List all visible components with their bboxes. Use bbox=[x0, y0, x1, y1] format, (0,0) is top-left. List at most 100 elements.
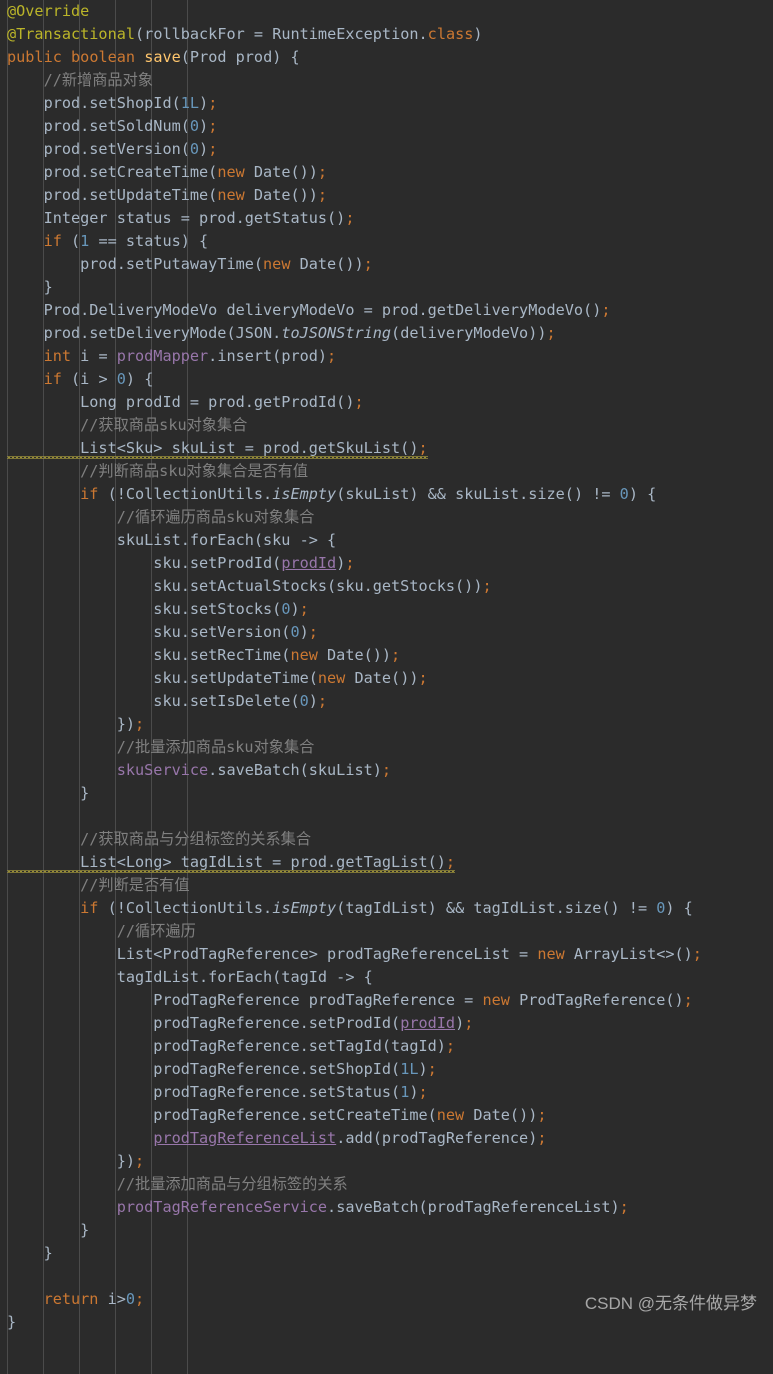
code-line[interactable]: skuList.forEach(sku -> { bbox=[0, 529, 773, 552]
token-pun: tagIdList.forEach(tagId -> { bbox=[7, 968, 373, 986]
code-line[interactable]: //判断是否有值 bbox=[0, 874, 773, 897]
token-sc: ; bbox=[601, 301, 611, 319]
code-line[interactable]: }); bbox=[0, 713, 773, 736]
code-line[interactable]: sku.setRecTime(new Date()); bbox=[0, 644, 773, 667]
code-line-text: } bbox=[7, 1244, 53, 1262]
code-line[interactable]: if (!CollectionUtils.isEmpty(skuList) &&… bbox=[0, 483, 773, 506]
code-line[interactable]: tagIdList.forEach(tagId -> { bbox=[0, 966, 773, 989]
code-line-text: prodTagReferenceList.add(prodTagReferenc… bbox=[7, 1129, 546, 1147]
token-kw: boolean bbox=[71, 48, 136, 66]
code-line[interactable]: Long prodId = prod.getProdId(); bbox=[0, 391, 773, 414]
token-pun bbox=[62, 48, 71, 66]
code-line[interactable]: //批量添加商品sku对象集合 bbox=[0, 736, 773, 759]
token-kw: return bbox=[43, 1290, 99, 1308]
token-pun bbox=[7, 899, 80, 917]
code-line-text: if (!CollectionUtils.isEmpty(tagIdList) … bbox=[7, 899, 693, 917]
code-line[interactable]: } bbox=[0, 1242, 773, 1265]
token-sc: ; bbox=[482, 577, 492, 595]
code-line[interactable]: //新增商品对象 bbox=[0, 69, 773, 92]
code-line[interactable] bbox=[0, 1265, 773, 1288]
code-line[interactable]: prodTagReference.setCreateTime(new Date(… bbox=[0, 1104, 773, 1127]
code-line[interactable]: }); bbox=[0, 1150, 773, 1173]
code-line[interactable] bbox=[0, 805, 773, 828]
code-content[interactable]: @Override @Transactional(rollbackFor = Ru… bbox=[0, 0, 773, 1334]
code-line[interactable]: //批量添加商品与分组标签的关系 bbox=[0, 1173, 773, 1196]
code-line[interactable]: if (!CollectionUtils.isEmpty(tagIdList) … bbox=[0, 897, 773, 920]
code-line[interactable]: prod.setShopId(1L); bbox=[0, 92, 773, 115]
code-line[interactable]: if (i > 0) { bbox=[0, 368, 773, 391]
code-line[interactable]: prodTagReference.setProdId(prodId); bbox=[0, 1012, 773, 1035]
code-line-text: skuService.saveBatch(skuList); bbox=[7, 761, 391, 779]
code-line[interactable]: @Override bbox=[0, 0, 773, 23]
code-line[interactable]: prodTagReferenceService.saveBatch(prodTa… bbox=[0, 1196, 773, 1219]
code-line[interactable]: int i = prodMapper.insert(prod); bbox=[0, 345, 773, 368]
code-line[interactable]: } bbox=[0, 1219, 773, 1242]
token-pun: Date()) bbox=[244, 163, 318, 181]
token-sc: ; bbox=[135, 1290, 145, 1308]
code-line[interactable]: sku.setVersion(0); bbox=[0, 621, 773, 644]
code-line[interactable]: Integer status = prod.getStatus(); bbox=[0, 207, 773, 230]
code-line-text: List<ProdTagReference> prodTagReferenceL… bbox=[7, 945, 702, 963]
token-pun: } bbox=[7, 278, 53, 296]
token-pun: prod.setShopId( bbox=[7, 94, 181, 112]
code-line-text: prod.setShopId(1L); bbox=[7, 94, 218, 112]
code-line[interactable]: } bbox=[0, 1311, 773, 1334]
token-pun bbox=[7, 485, 80, 503]
code-line-text: int i = prodMapper.insert(prod); bbox=[7, 347, 337, 365]
code-line[interactable]: //获取商品与分组标签的关系集合 bbox=[0, 828, 773, 851]
code-line[interactable]: //循环遍历商品sku对象集合 bbox=[0, 506, 773, 529]
code-line[interactable]: prodTagReference.setStatus(1); bbox=[0, 1081, 773, 1104]
code-line[interactable]: sku.setActualStocks(sku.getStocks()); bbox=[0, 575, 773, 598]
token-pun: ) bbox=[455, 1014, 465, 1032]
token-pun: } bbox=[7, 784, 90, 802]
code-line[interactable]: prod.setUpdateTime(new Date()); bbox=[0, 184, 773, 207]
code-line[interactable]: prod.setSoldNum(0); bbox=[0, 115, 773, 138]
token-pun bbox=[135, 48, 144, 66]
token-kw: if bbox=[43, 232, 62, 250]
code-line[interactable]: skuService.saveBatch(skuList); bbox=[0, 759, 773, 782]
code-line[interactable]: sku.setStocks(0); bbox=[0, 598, 773, 621]
code-line[interactable]: prod.setCreateTime(new Date()); bbox=[0, 161, 773, 184]
code-line[interactable]: sku.setUpdateTime(new Date()); bbox=[0, 667, 773, 690]
code-line[interactable]: prodTagReference.setShopId(1L); bbox=[0, 1058, 773, 1081]
code-line[interactable]: } bbox=[0, 276, 773, 299]
token-kw: class bbox=[427, 25, 474, 43]
code-line-text: tagIdList.forEach(tagId -> { bbox=[7, 968, 373, 986]
code-line[interactable]: } bbox=[0, 782, 773, 805]
code-line[interactable]: sku.setIsDelete(0); bbox=[0, 690, 773, 713]
token-sc: ; bbox=[317, 692, 328, 710]
token-kw: new bbox=[317, 669, 346, 687]
code-line[interactable]: //判断商品sku对象集合是否有值 bbox=[0, 460, 773, 483]
code-line[interactable]: Prod.DeliveryModeVo deliveryModeVo = pro… bbox=[0, 299, 773, 322]
code-line[interactable]: sku.setProdId(prodId); bbox=[0, 552, 773, 575]
token-ann: @Override bbox=[7, 2, 90, 20]
token-pun: .add(prodTagReference) bbox=[336, 1129, 538, 1147]
code-line[interactable]: public boolean save(Prod prod) { bbox=[0, 46, 773, 69]
code-line[interactable]: prod.setDeliveryMode(JSON.toJSONString(d… bbox=[0, 322, 773, 345]
token-pun: prod.setCreateTime( bbox=[7, 163, 218, 181]
code-line[interactable]: prodTagReference.setTagId(tagId); bbox=[0, 1035, 773, 1058]
token-sc: ; bbox=[317, 186, 328, 204]
code-line[interactable]: ProdTagReference prodTagReference = new … bbox=[0, 989, 773, 1012]
token-num: 0 bbox=[290, 623, 300, 641]
code-line[interactable]: List<Long> tagIdList = prod.getTagList()… bbox=[0, 851, 773, 874]
code-line-text: prod.setUpdateTime(new Date()); bbox=[7, 186, 328, 204]
code-line-text: //判断商品sku对象集合是否有值 bbox=[7, 462, 308, 480]
code-line[interactable]: if (1 == status) { bbox=[0, 230, 773, 253]
code-line[interactable]: List<Sku> skuList = prod.getSkuList(); bbox=[0, 437, 773, 460]
token-pun: ) bbox=[336, 554, 346, 572]
token-pun: ) bbox=[473, 25, 483, 43]
token-sc: ; bbox=[445, 1037, 456, 1055]
code-line[interactable]: prod.setPutawayTime(new Date()); bbox=[0, 253, 773, 276]
code-line[interactable]: //获取商品sku对象集合 bbox=[0, 414, 773, 437]
code-editor-surface[interactable]: @Override @Transactional(rollbackFor = Ru… bbox=[0, 0, 773, 1374]
code-line[interactable]: prod.setVersion(0); bbox=[0, 138, 773, 161]
code-line-text: sku.setVersion(0); bbox=[7, 623, 318, 641]
code-line[interactable]: //循环遍历 bbox=[0, 920, 773, 943]
token-kw: new bbox=[263, 255, 291, 273]
token-sc: ; bbox=[418, 1083, 428, 1101]
code-line[interactable]: List<ProdTagReference> prodTagReferenceL… bbox=[0, 943, 773, 966]
code-line[interactable]: prodTagReferenceList.add(prodTagReferenc… bbox=[0, 1127, 773, 1150]
code-line[interactable]: @Transactional(rollbackFor = RuntimeExce… bbox=[0, 23, 773, 46]
code-line-text: Long prodId = prod.getProdId(); bbox=[7, 393, 363, 411]
